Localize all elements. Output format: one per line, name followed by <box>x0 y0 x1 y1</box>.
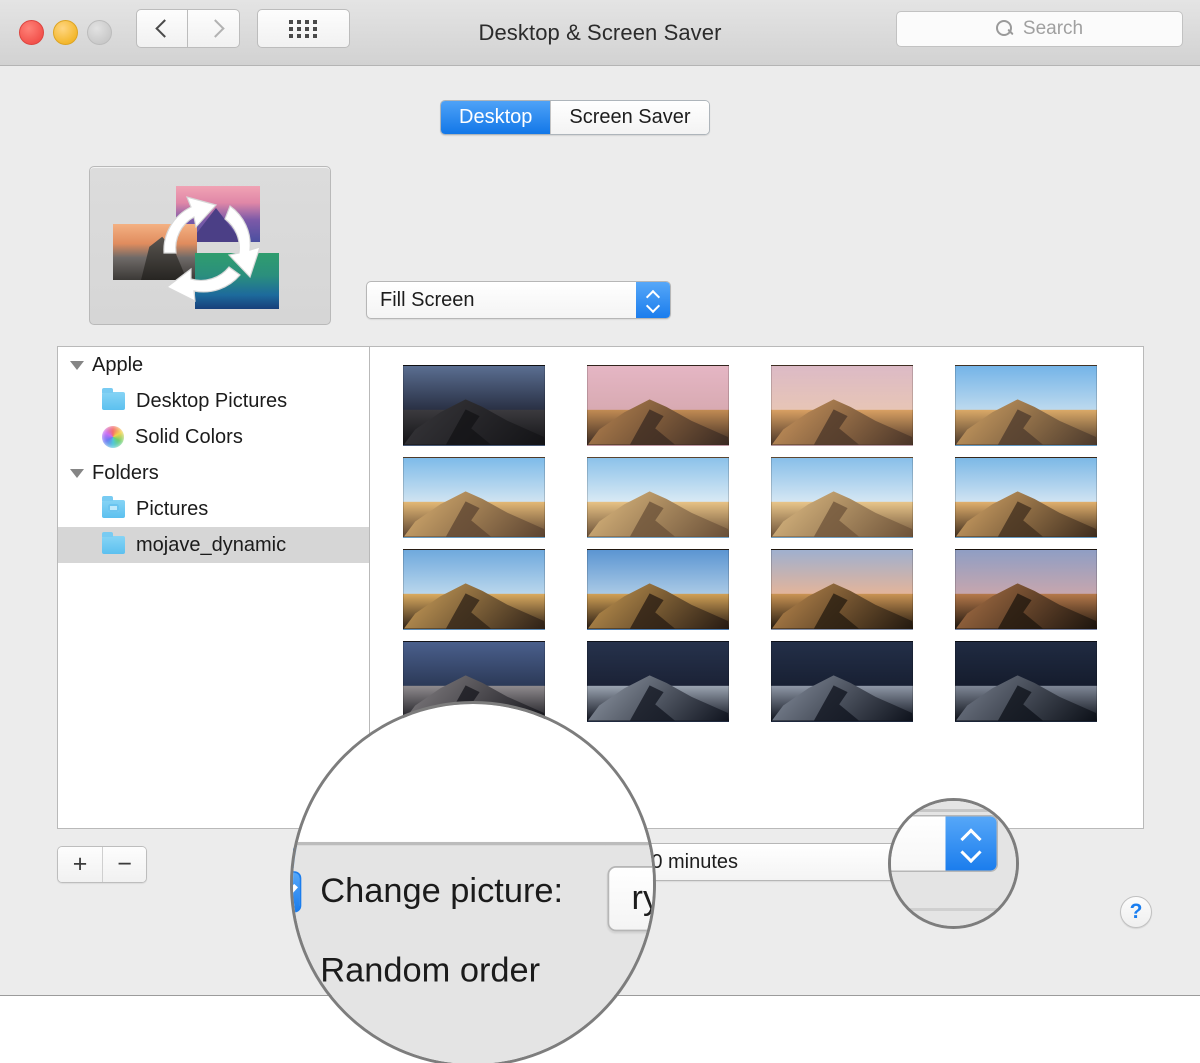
desktop-preview[interactable] <box>89 166 331 325</box>
mojave-dune-bright-2[interactable] <box>587 456 729 538</box>
mojave-dune-dawn-pink[interactable] <box>587 364 729 446</box>
sidebar-item-mojave-dynamic[interactable]: mojave_dynamic <box>58 527 369 563</box>
lens-stepper-bottom-divider <box>891 908 1016 911</box>
wallpaper-cell[interactable] <box>750 543 934 635</box>
wallpaper-grid-row <box>382 451 1143 543</box>
lens-change-interval-popup[interactable]: ry 30 minutes <box>607 866 653 932</box>
wallpaper-cell[interactable] <box>382 359 566 451</box>
mojave-dune-morning[interactable] <box>771 364 913 446</box>
sidebar-item-label: Solid Colors <box>135 425 243 448</box>
wallpaper-cell[interactable] <box>566 543 750 635</box>
lens-change-picture-label: Change picture: <box>320 872 564 910</box>
lens-stepper-icon[interactable] <box>945 816 997 871</box>
add-folder-button[interactable]: + <box>58 847 102 882</box>
screenshot-stage: Desktop & Screen Saver Search Desktop Sc… <box>0 0 1200 1063</box>
mojave-dune-night-3[interactable] <box>955 640 1097 722</box>
add-remove-folder-buttons: + − <box>57 846 147 883</box>
mojave-dune-afternoon[interactable] <box>955 456 1097 538</box>
sidebar-item-pictures[interactable]: Pictures <box>58 491 369 527</box>
lens-change-interval-value: ry 30 minutes <box>631 878 653 917</box>
magnifier-lens-stepper-content <box>891 801 1016 926</box>
blue-folder-icon <box>102 388 125 410</box>
mojave-dune-bright-1[interactable] <box>403 456 545 538</box>
wallpaper-cell[interactable] <box>934 635 1118 727</box>
lens-change-picture-checkbox[interactable] <box>293 871 302 913</box>
mojave-dune-dusk[interactable] <box>955 548 1097 630</box>
wallpaper-cell[interactable] <box>382 543 566 635</box>
wallpaper-cell[interactable] <box>750 635 934 727</box>
sidebar-item-label: Apple <box>92 353 144 376</box>
wallpaper-cell[interactable] <box>934 451 1118 543</box>
sidebar-item-apple[interactable]: Apple <box>58 347 369 383</box>
camera-folder-icon <box>102 496 125 518</box>
lens-stepper-divider <box>891 809 1016 812</box>
lens-grid-backdrop <box>293 704 653 846</box>
sidebar-item-solid-colors[interactable]: Solid Colors <box>58 419 369 455</box>
wallpaper-cell[interactable] <box>750 359 934 451</box>
scaling-popup-button[interactable]: Fill Screen <box>366 281 671 319</box>
sidebar-item-folders[interactable]: Folders <box>58 455 369 491</box>
tab-screen-saver[interactable]: Screen Saver <box>550 101 709 134</box>
mojave-dune-night[interactable] <box>403 364 545 446</box>
wallpaper-cell[interactable] <box>934 543 1118 635</box>
magnifier-lens-content: Change picture: Random order ry 30 minut… <box>293 704 653 1063</box>
blue-folder-icon <box>102 532 125 554</box>
tab-desktop[interactable]: Desktop <box>441 101 551 134</box>
search-icon <box>995 20 1014 38</box>
mojave-dune-golden-1[interactable] <box>403 548 545 630</box>
refresh-cycle-icon <box>163 196 261 303</box>
sidebar-item-desktop-pictures[interactable]: Desktop Pictures <box>58 383 369 419</box>
wallpaper-cell[interactable] <box>934 359 1118 451</box>
mojave-dune-night-2[interactable] <box>771 640 913 722</box>
scaling-popup-stepper-icon[interactable] <box>636 282 670 318</box>
sidebar-item-label: Folders <box>92 461 159 484</box>
sidebar-item-label: Pictures <box>136 497 209 520</box>
sidebar-item-label: Desktop Pictures <box>136 389 288 412</box>
window-titlebar: Desktop & Screen Saver Search <box>0 0 1200 66</box>
magnifier-lens-checkboxes: Change picture: Random order ry 30 minut… <box>290 701 656 1063</box>
wallpaper-cell[interactable] <box>382 451 566 543</box>
magnifier-lens-stepper <box>888 798 1019 929</box>
help-button[interactable]: ? <box>1120 896 1152 928</box>
lens-random-order-row[interactable]: Random order <box>293 950 541 992</box>
mojave-dune-day-blue[interactable] <box>955 364 1097 446</box>
wallpaper-cell[interactable] <box>750 451 934 543</box>
wallpaper-grid-row <box>382 543 1143 635</box>
lens-change-picture-row[interactable]: Change picture: <box>293 871 564 913</box>
mojave-dune-golden-2[interactable] <box>587 548 729 630</box>
lens-random-order-label: Random order <box>320 951 541 990</box>
mojave-dune-sunset[interactable] <box>771 548 913 630</box>
lens-stepper-popup[interactable] <box>891 815 998 872</box>
tab-bar: Desktop Screen Saver <box>440 100 710 135</box>
disclosure-triangle-down-icon[interactable] <box>70 468 84 478</box>
search-input[interactable]: Search <box>896 11 1183 47</box>
wallpaper-grid-row <box>382 359 1143 451</box>
mojave-dune-bright-3[interactable] <box>771 456 913 538</box>
sidebar-item-label: mojave_dynamic <box>136 533 287 556</box>
remove-folder-button[interactable]: − <box>102 847 146 882</box>
scaling-popup-value: Fill Screen <box>380 288 475 311</box>
wallpaper-cell[interactable] <box>566 359 750 451</box>
wallpaper-cell[interactable] <box>566 451 750 543</box>
search-placeholder: Search <box>1022 18 1084 39</box>
color-wheel-icon <box>102 426 124 448</box>
disclosure-triangle-down-icon[interactable] <box>70 360 84 370</box>
